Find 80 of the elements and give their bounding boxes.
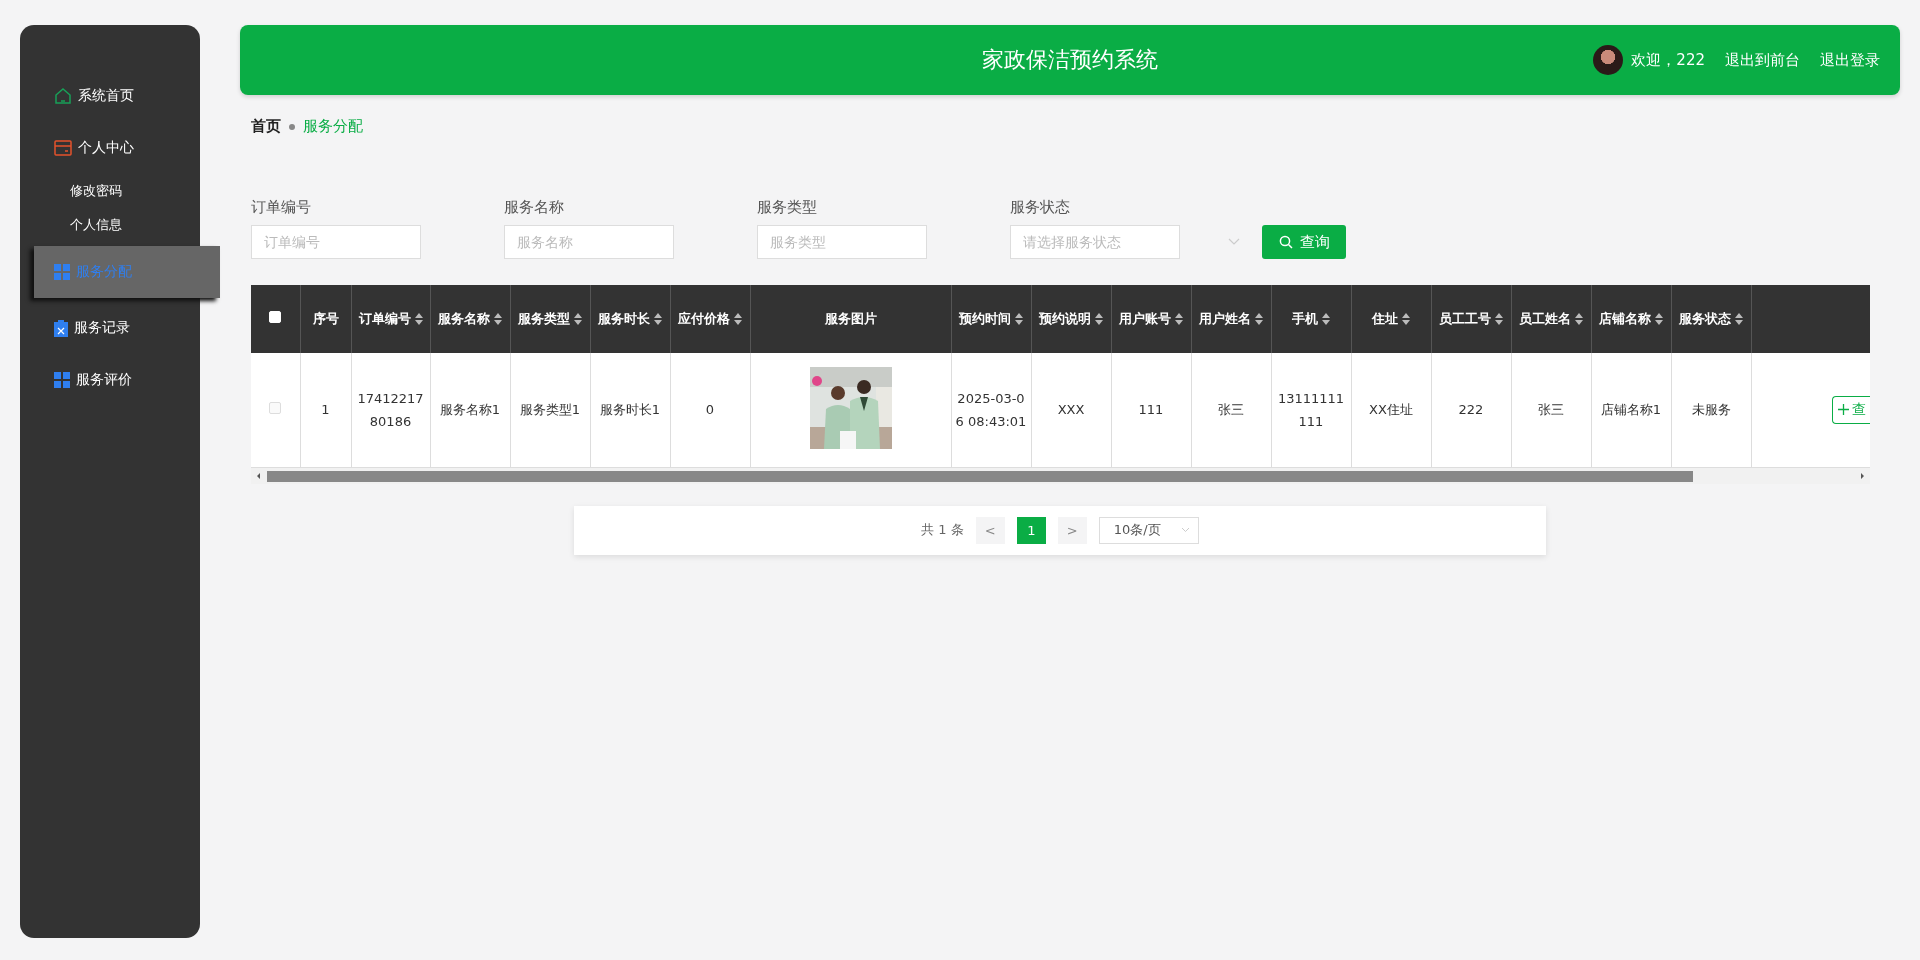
column-header: 店铺名称 [1599,310,1651,328]
home-icon [54,87,72,105]
table-cell: 1741221780186 [357,390,424,429]
row-checkbox[interactable] [269,402,282,415]
table-cell: 1 [321,402,330,418]
column-header: 预约时间 [959,310,1011,328]
sort-icon[interactable] [1655,313,1663,325]
column-header: 序号 [312,310,339,328]
total-count: 共 1 条 [921,521,964,539]
sort-icon[interactable] [1402,313,1410,325]
table-cell: XX住址 [1369,402,1413,418]
page-size-select[interactable]: 10条/页 [1098,516,1199,544]
table-cell: 张三 [1218,402,1244,418]
field-label: 服务状态 [1010,198,1071,217]
sort-icon[interactable] [414,313,423,325]
field-label: 服务类型 [757,198,818,217]
sidebar-item[interactable]: 服务评价 [20,354,200,406]
welcome-text: 欢迎，222 [1631,50,1705,70]
sort-icon[interactable] [1735,313,1743,325]
column-header: 员工姓名 [1519,310,1571,328]
separator-dot [289,123,295,130]
table-cell: 服务类型1 [519,402,581,418]
column-header: 服务时长 [598,310,650,328]
table-cell: XXX [1057,402,1085,418]
table-cell: 2025-03-06 08:43:01 [955,390,1027,429]
column-header: 预约说明 [1039,310,1091,328]
search-field[interactable]: 服务类型 [757,225,927,259]
chevron-icon [1180,527,1190,533]
app-title: 家政保洁预约系统 [982,46,1158,74]
column-header: 服务名称 [438,310,490,328]
column-header: 用户账号 [1119,310,1171,328]
search-field[interactable]: 订单编号 [251,225,421,259]
column-header: 订单编号 [358,310,411,328]
column-header: 住址 [1372,310,1398,328]
select-field[interactable]: 请选择服务状态 [1010,225,1180,259]
sort-icon[interactable] [1255,313,1263,325]
table-cell: 张三 [1538,402,1564,418]
plus-icon [1837,404,1849,416]
table-cell: 0 [705,402,715,418]
table-cell: 未服务 [1691,402,1731,418]
search-field[interactable]: 服务名称 [504,225,674,259]
search-icon [1278,235,1293,249]
table-cell: 服务名称1 [439,402,501,418]
column-header: 服务状态 [1679,310,1731,328]
column-header: 应付价格 [678,310,730,328]
sort-icon[interactable] [734,313,742,325]
sort-icon[interactable] [1575,313,1583,325]
sort-icon[interactable] [494,313,502,325]
sort-icon[interactable] [654,313,662,325]
breadcrumb-item: 服务分配 [303,117,363,136]
column-header: 员工工号 [1439,310,1491,328]
field-label: 订单编号 [251,198,312,217]
column-header: 用户姓名 [1199,310,1251,328]
sort-icon[interactable] [1095,313,1103,325]
table-cell: 13111111111 [1277,390,1345,429]
sidebar-item[interactable]: 系统首页 [20,70,200,122]
sidebar-item[interactable]: 个人中心 [20,122,200,174]
sort-icon[interactable] [1322,313,1330,325]
sort-icon[interactable] [1015,313,1023,325]
avatar [1593,45,1624,75]
table-cell: 222 [1458,402,1484,418]
sort-icon[interactable] [574,313,582,325]
grid-icon [54,372,70,388]
sidebar-subitem[interactable]: 个人信息 [20,208,200,242]
column-header: 服务类型 [518,310,570,328]
sidebar-item[interactable]: 服务记录 [20,302,200,354]
wallet-icon [54,140,72,156]
column-header: 服务图片 [824,310,877,328]
table-cell: 店铺名称1 [1600,402,1662,418]
field-label: 服务名称 [504,198,565,217]
sidebar-subitem[interactable]: 修改密码 [20,174,200,208]
sort-icon[interactable] [1175,313,1183,325]
column-header: 手机 [1292,310,1318,328]
grid-icon [54,264,70,280]
sort-icon[interactable] [1495,313,1503,325]
table-cell: 111 [1138,402,1164,418]
table-cell: 服务时长1 [599,402,661,418]
select-all-checkbox[interactable] [269,311,282,323]
clipboard-icon [54,319,68,337]
breadcrumb-item[interactable]: 首页 [251,117,281,136]
